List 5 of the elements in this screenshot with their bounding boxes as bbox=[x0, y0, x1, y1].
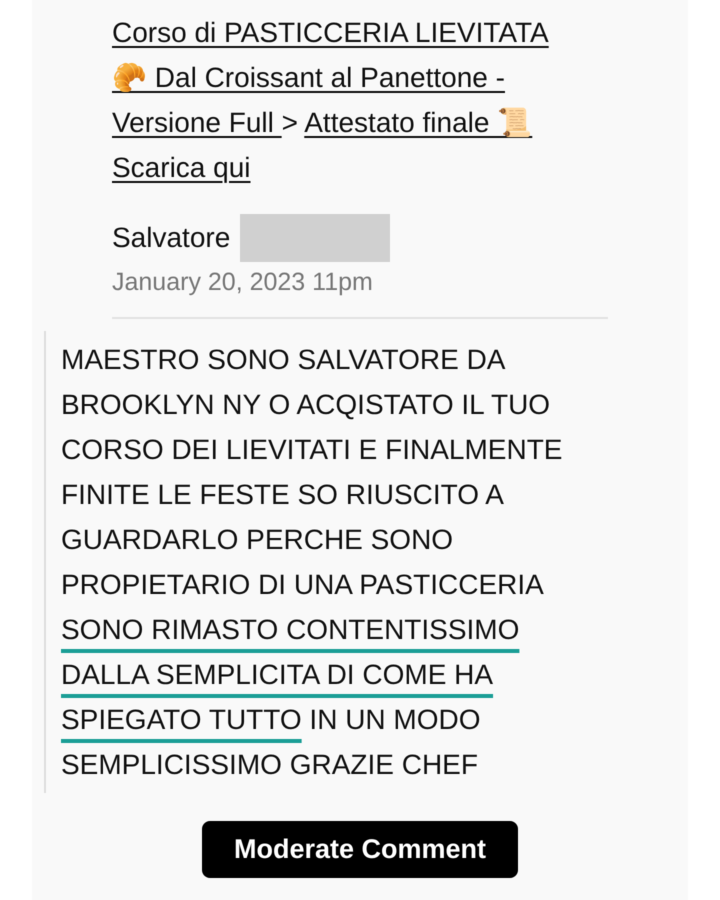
breadcrumb: Corso di PASTICCERIA LIEVITATA 🥐 Dal Croissant al Panettone - Versione Full > Attestato finale 📜 Scarica qui bbox=[112, 16, 550, 185]
author-name: Salvatore bbox=[112, 222, 230, 254]
comment-date: January 20, 2023 11pm bbox=[112, 268, 374, 297]
moderate-comment-button[interactable]: Moderate Comment bbox=[202, 821, 518, 878]
comment-text: MAESTRO SONO SALVATORE DA BROOKLYN NY O ACQISTATO IL TUO CORSO DEI LIEVITATI E FINALMENTE FINITE LE FESTE SO RIUSCITO A GUARDARLO PERCHE SONO PROPIETARIO DI UNA PASTICCERIA SONO RIMASTO CONTENTISSIMO DALLA SEMPLICITA DI COME HA SPIEGATO TUTTO IN UN MODO SEMPLICISSIMO GRAZIE CHEF bbox=[61, 343, 564, 782]
